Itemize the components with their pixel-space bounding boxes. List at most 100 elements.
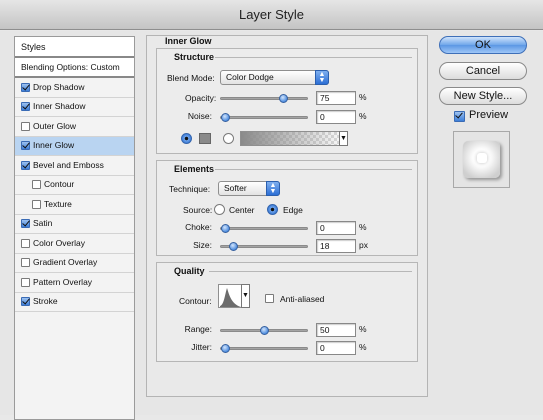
style-item-label: Stroke xyxy=(33,296,58,307)
style-item-label: Satin xyxy=(33,218,53,229)
ok-button[interactable]: OK xyxy=(439,36,527,54)
noise-slider[interactable] xyxy=(220,113,308,122)
size-unit: px xyxy=(359,240,368,250)
style-item-gradient-overlay[interactable]: Gradient Overlay xyxy=(15,254,134,273)
style-checkbox[interactable] xyxy=(21,219,30,229)
inner-glow-panel: Inner Glow Structure Blend Mode: Color D… xyxy=(146,35,428,397)
style-checkbox[interactable] xyxy=(32,199,41,209)
size-slider-knob[interactable] xyxy=(228,242,238,251)
blend-mode-select[interactable]: Color Dodge ▲ ▼ xyxy=(220,70,329,85)
blend-mode-value: Color Dodge xyxy=(226,72,274,82)
styles-header[interactable]: Styles xyxy=(15,37,134,58)
style-item-bevel-and-emboss[interactable]: Bevel and Emboss xyxy=(15,156,134,176)
style-item-label: Contour xyxy=(44,179,75,190)
quality-title: Quality xyxy=(174,266,205,276)
noise-unit: % xyxy=(359,111,367,121)
contour-label: Contour: xyxy=(179,296,212,306)
style-item-label: Outer Glow xyxy=(33,120,76,131)
range-slider[interactable] xyxy=(220,326,308,335)
structure-title: Structure xyxy=(174,52,215,62)
dialog-content: Styles Blending Options: Custom Drop Sha… xyxy=(0,31,543,420)
style-item-label: Inner Shadow xyxy=(33,101,86,112)
anti-aliased-checkbox[interactable] xyxy=(265,294,274,303)
noise-label: Noise: xyxy=(187,111,212,121)
style-item-outer-glow[interactable]: Outer Glow xyxy=(15,117,134,137)
jitter-unit: % xyxy=(359,342,367,352)
range-slider-knob[interactable] xyxy=(259,326,269,335)
opacity-unit: % xyxy=(359,92,367,102)
style-checkbox[interactable] xyxy=(32,180,41,190)
style-item-label: Bevel and Emboss xyxy=(33,159,104,170)
quality-group: Quality Contour: ▼ Anti-aliased Range: 5… xyxy=(156,262,418,362)
style-item-color-overlay[interactable]: Color Overlay xyxy=(15,234,134,254)
jitter-slider-knob[interactable] xyxy=(221,344,230,353)
glow-color-swatch[interactable] xyxy=(199,133,211,144)
blend-mode-label: Blend Mode: xyxy=(167,73,215,83)
choke-slider[interactable] xyxy=(220,224,308,233)
opacity-slider-knob[interactable] xyxy=(278,94,288,103)
opacity-input[interactable]: 75 xyxy=(316,91,356,105)
style-checkbox[interactable] xyxy=(21,141,30,151)
style-item-texture[interactable]: Texture xyxy=(15,195,134,215)
size-input[interactable]: 18 xyxy=(316,239,356,253)
style-checkbox[interactable] xyxy=(21,82,30,92)
contour-graph-icon xyxy=(220,288,241,307)
style-checkbox[interactable] xyxy=(21,277,30,287)
style-item-inner-shadow[interactable]: Inner Shadow xyxy=(15,98,134,117)
preview-label: Preview xyxy=(469,109,509,121)
style-preview xyxy=(453,131,510,188)
choke-slider-knob[interactable] xyxy=(221,224,230,233)
style-checkbox[interactable] xyxy=(21,297,30,307)
style-item-label: Gradient Overlay xyxy=(33,257,98,268)
size-slider[interactable] xyxy=(220,242,308,251)
style-item-label: Pattern Overlay xyxy=(33,276,93,287)
elements-group: Elements Technique: Softer ▲ ▼ Source: Ce… xyxy=(156,160,418,256)
jitter-label: Jitter: xyxy=(191,342,212,352)
select-arrow-icon: ▲ ▼ xyxy=(266,181,280,196)
noise-input[interactable]: 0 xyxy=(316,110,356,124)
style-item-satin[interactable]: Satin xyxy=(15,215,134,234)
gradient-radio[interactable] xyxy=(223,133,234,144)
size-label: Size: xyxy=(193,240,212,250)
contour-picker[interactable]: ▼ xyxy=(218,284,250,308)
new-style-button[interactable]: New Style... xyxy=(439,87,527,105)
style-item-stroke[interactable]: Stroke xyxy=(15,293,134,312)
glow-gradient-picker[interactable]: ▼ xyxy=(240,131,348,146)
range-input[interactable]: 50 xyxy=(316,323,356,337)
blending-options-item[interactable]: Blending Options: Custom xyxy=(15,58,134,78)
source-center-label: Center xyxy=(229,205,255,215)
style-item-inner-glow[interactable]: Inner Glow xyxy=(15,136,134,156)
style-checkbox[interactable] xyxy=(21,258,30,268)
style-item-drop-shadow[interactable]: Drop Shadow xyxy=(15,78,134,98)
range-unit: % xyxy=(359,324,367,334)
solid-color-radio[interactable] xyxy=(181,133,192,144)
opacity-slider[interactable] xyxy=(220,94,308,103)
source-edge-radio[interactable] xyxy=(267,204,278,215)
select-arrow-icon: ▲ ▼ xyxy=(315,70,329,85)
noise-slider-knob[interactable] xyxy=(221,113,230,122)
preview-checkbox[interactable] xyxy=(454,111,465,122)
style-item-pattern-overlay[interactable]: Pattern Overlay xyxy=(15,273,134,293)
style-item-contour[interactable]: Contour xyxy=(15,176,134,195)
source-edge-label: Edge xyxy=(283,205,303,215)
gradient-dropdown-icon: ▼ xyxy=(339,131,348,146)
technique-value: Softer xyxy=(224,183,247,193)
cancel-button[interactable]: Cancel xyxy=(439,62,527,80)
window-title: Layer Style xyxy=(0,0,543,30)
style-item-label: Texture xyxy=(44,198,72,209)
jitter-input[interactable]: 0 xyxy=(316,341,356,355)
style-checkbox[interactable] xyxy=(21,160,30,170)
style-checkbox[interactable] xyxy=(21,238,30,248)
style-item-label: Drop Shadow xyxy=(33,81,85,92)
source-center-radio[interactable] xyxy=(214,204,225,215)
style-checkbox[interactable] xyxy=(21,121,30,131)
choke-input[interactable]: 0 xyxy=(316,221,356,235)
choke-label: Choke: xyxy=(185,222,212,232)
panel-title: Inner Glow xyxy=(165,36,212,46)
style-checkbox[interactable] xyxy=(21,102,30,112)
technique-select[interactable]: Softer ▲ ▼ xyxy=(218,181,280,196)
jitter-slider[interactable] xyxy=(220,344,308,353)
styles-list: Styles Blending Options: Custom Drop Sha… xyxy=(14,36,135,420)
choke-unit: % xyxy=(359,222,367,232)
preview-swatch xyxy=(463,141,500,178)
